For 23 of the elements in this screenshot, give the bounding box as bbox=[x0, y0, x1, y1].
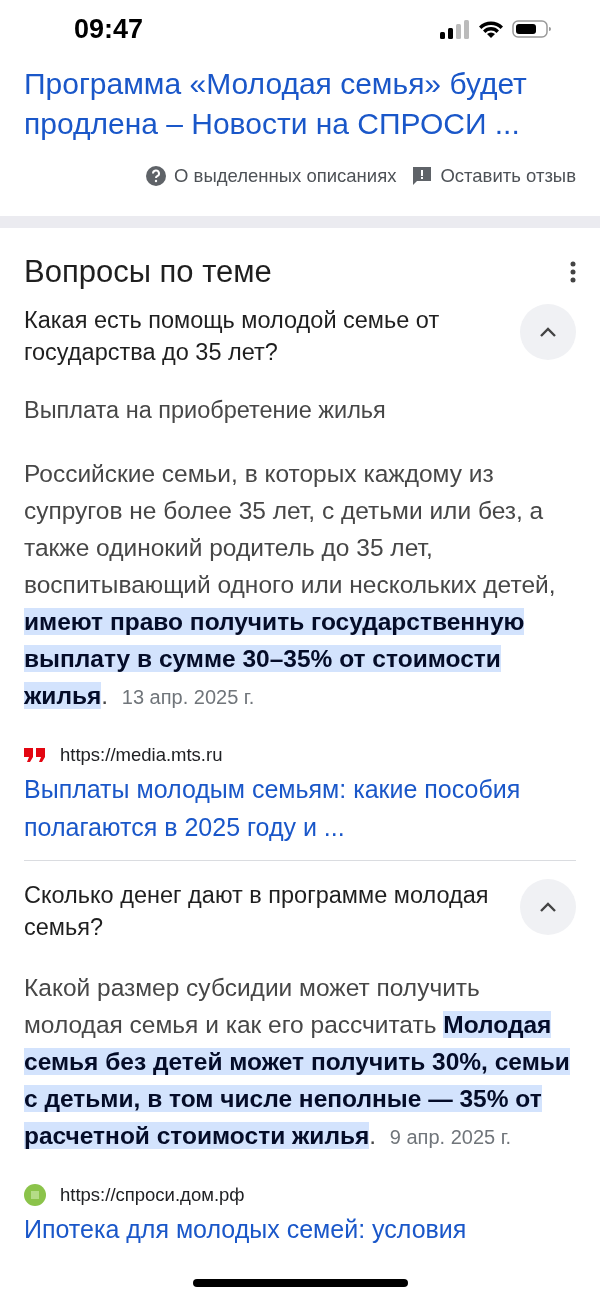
source-url[interactable]: https://спроси.дом.рф bbox=[60, 1184, 245, 1206]
site-favicon bbox=[24, 1184, 46, 1206]
wifi-icon bbox=[478, 19, 504, 39]
source-link[interactable]: Выплаты молодым семьям: какие пособия полагаются в 2025 году и ... bbox=[24, 770, 576, 846]
battery-icon bbox=[512, 19, 552, 39]
source-url[interactable]: https://media.mts.ru bbox=[60, 744, 223, 766]
feedback-link[interactable]: О выделенных описаниях bbox=[174, 165, 397, 187]
result-link[interactable]: Программа «Молодая семья» будет продлена – Новости на СПРОСИ ... bbox=[24, 64, 576, 144]
feedback-link[interactable]: Оставить отзыв bbox=[440, 165, 576, 187]
section-title: Вопросы по теме bbox=[24, 254, 272, 290]
chevron-up-icon bbox=[539, 901, 557, 913]
source-link[interactable]: Ипотека для молодых семей: условия bbox=[24, 1210, 576, 1248]
feedback-icon[interactable] bbox=[412, 166, 433, 186]
more-options-icon[interactable] bbox=[570, 261, 576, 283]
site-favicon bbox=[24, 746, 46, 764]
answer-title: Выплата на приобретение жилья bbox=[24, 396, 387, 425]
help-icon[interactable] bbox=[146, 166, 167, 186]
chevron-up-icon bbox=[539, 326, 557, 338]
question-text[interactable]: Какая есть помощь молодой семье от государства до 35 лет? bbox=[24, 304, 494, 368]
signal-icon bbox=[440, 19, 470, 39]
status-time: 09:47 bbox=[74, 13, 144, 45]
answer-text: Российские семьи, в которых каждому из супругов не более 35 лет, с детьми или без, а также одинокий родитель до 35 лет, воспитывающий одного или нескольких детей, имеют право получить государственную выплату в сумме 30–35% от стоимости жилья. 13 апр. 2025 г. bbox=[24, 459, 557, 711]
question-text[interactable]: Сколько денег дают в программе молодая семья? bbox=[24, 879, 494, 943]
